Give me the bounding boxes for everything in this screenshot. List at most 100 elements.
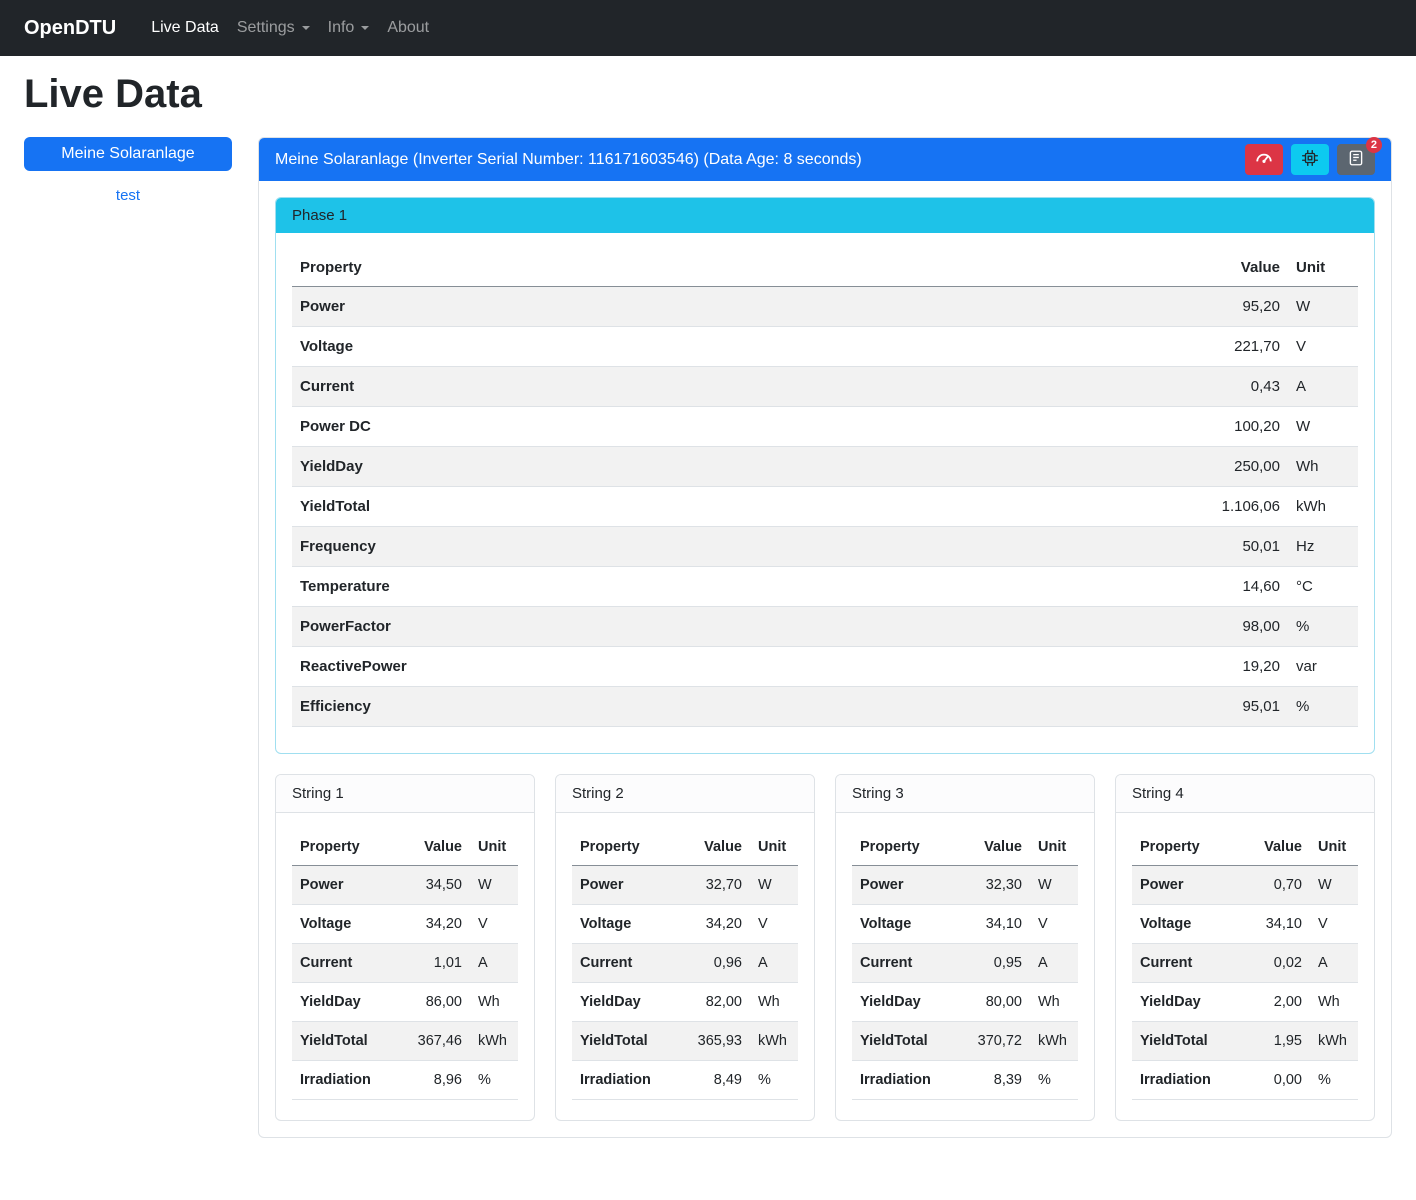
table-row: YieldTotal367,46kWh [292,1022,518,1061]
cell-value: 100,20 [1148,407,1288,447]
table-row: ReactivePower19,20var [292,647,1358,687]
table-row: YieldDay82,00Wh [572,983,798,1022]
event-log-button[interactable]: 2 [1337,144,1375,175]
cell-unit: A [1030,944,1078,983]
table-row: Power32,70W [572,866,798,905]
cell-property: Voltage [572,905,678,944]
cell-unit: % [1288,607,1358,647]
cell-property: Efficiency [292,687,1148,727]
cell-property: Power [572,866,678,905]
cell-unit: V [750,905,798,944]
cell-value: 80,00 [958,983,1030,1022]
cell-unit: A [470,944,518,983]
table-row: YieldTotal365,93kWh [572,1022,798,1061]
cell-property: Current [292,944,398,983]
cell-unit: kWh [750,1022,798,1061]
column-header-property: Property [1132,829,1238,866]
nav-item-info[interactable]: Info [319,11,379,45]
column-header-value: Value [398,829,470,866]
string-grid: String 1 Property Value Unit Power34,50W… [275,774,1375,1121]
cell-unit: % [470,1061,518,1100]
cell-value: 8,49 [678,1061,750,1100]
cell-unit: W [1288,287,1358,327]
chevron-down-icon [361,26,369,30]
table-row: Current0,43A [292,367,1358,407]
cell-unit: % [1310,1061,1358,1100]
nav-item-settings[interactable]: Settings [228,11,319,45]
cell-property: Irradiation [572,1061,678,1100]
table-row: Irradiation8,39% [852,1061,1078,1100]
cell-unit: A [1310,944,1358,983]
cell-value: 365,93 [678,1022,750,1061]
cell-property: Irradiation [852,1061,958,1100]
cell-unit: % [1288,687,1358,727]
inverter-panel-actions: 2 [1245,144,1375,175]
phase-table: Property Value Unit Power95,20WVoltage22… [292,249,1358,727]
cell-unit: W [1288,407,1358,447]
cell-value: 50,01 [1148,527,1288,567]
string-table-body: Power0,70WVoltage34,10VCurrent0,02AYield… [1132,866,1358,1100]
cell-unit: V [470,905,518,944]
table-row: Power32,30W [852,866,1078,905]
cell-property: PowerFactor [292,607,1148,647]
cell-unit: Wh [1310,983,1358,1022]
inverter-panel-header: Meine Solaranlage (Inverter Serial Numbe… [259,138,1391,181]
column-header-property: Property [292,249,1148,287]
chevron-down-icon [302,26,310,30]
column-header-value: Value [958,829,1030,866]
table-row: YieldTotal1,95kWh [1132,1022,1358,1061]
table-row: YieldDay80,00Wh [852,983,1078,1022]
table-header-row: Property Value Unit [292,249,1358,287]
cell-value: 86,00 [398,983,470,1022]
cell-value: 34,10 [1238,905,1310,944]
string-table-body: Power34,50WVoltage34,20VCurrent1,01AYiel… [292,866,518,1100]
cell-property: YieldDay [1132,983,1238,1022]
table-row: Voltage34,20V [572,905,798,944]
cell-unit: W [1030,866,1078,905]
table-row: Frequency50,01Hz [292,527,1358,567]
table-header-row: Property Value Unit [572,829,798,866]
cell-property: YieldTotal [572,1022,678,1061]
table-row: YieldDay250,00Wh [292,447,1358,487]
cell-unit: Wh [1288,447,1358,487]
cell-value: 8,39 [958,1061,1030,1100]
cell-unit: A [1288,367,1358,407]
cell-value: 0,96 [678,944,750,983]
table-row: YieldDay2,00Wh [1132,983,1358,1022]
gauge-icon [1255,149,1273,170]
cell-unit: °C [1288,567,1358,607]
inverter-panel-title: Meine Solaranlage (Inverter Serial Numbe… [275,151,862,169]
column-header-unit: Unit [1310,829,1358,866]
limit-settings-button[interactable] [1245,144,1283,175]
column-header-unit: Unit [1288,249,1358,287]
cell-property: Current [292,367,1148,407]
cell-property: Irradiation [292,1061,398,1100]
inverter-select-button[interactable]: Meine Solaranlage [24,137,232,171]
cell-value: 32,30 [958,866,1030,905]
table-row: YieldTotal1.106,06kWh [292,487,1358,527]
cell-value: 98,00 [1148,607,1288,647]
cell-property: YieldDay [292,447,1148,487]
cell-property: Voltage [852,905,958,944]
column-header-unit: Unit [1030,829,1078,866]
nav-item-about[interactable]: About [378,11,438,45]
string-card: String 4 Property Value Unit Power0,70WV… [1115,774,1375,1121]
cell-unit: kWh [1310,1022,1358,1061]
cell-property: Irradiation [1132,1061,1238,1100]
app-brand[interactable]: OpenDTU [24,17,116,40]
column-header-value: Value [1148,249,1288,287]
string-table-body: Power32,30WVoltage34,10VCurrent0,95AYiel… [852,866,1078,1100]
inverter-link-test[interactable]: test [24,187,232,204]
table-row: Current0,96A [572,944,798,983]
top-navbar: OpenDTU Live Data Settings Info About [0,0,1416,56]
nav-item-live-data[interactable]: Live Data [142,11,228,45]
device-info-button[interactable] [1291,144,1329,175]
string-table: Property Value Unit Power32,30WVoltage34… [852,829,1078,1100]
cell-unit: V [1288,327,1358,367]
table-row: Voltage34,10V [1132,905,1358,944]
cell-value: 34,50 [398,866,470,905]
cell-unit: W [1310,866,1358,905]
cell-value: 0,02 [1238,944,1310,983]
column-header-property: Property [852,829,958,866]
cell-value: 250,00 [1148,447,1288,487]
